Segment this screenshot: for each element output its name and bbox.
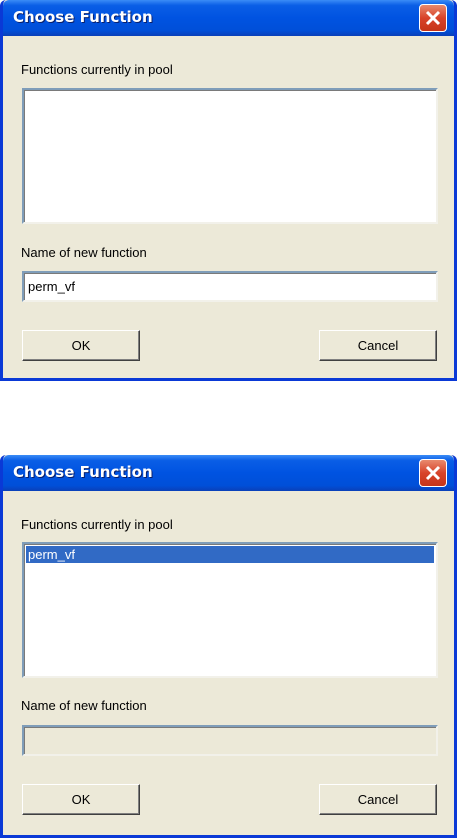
new-function-name-input[interactable] — [22, 725, 438, 756]
close-button[interactable] — [419, 4, 447, 32]
close-button[interactable] — [419, 459, 447, 487]
title-bar[interactable]: Choose Function — [3, 455, 454, 491]
ok-button[interactable]: OK — [22, 330, 140, 361]
new-function-label: Name of new function — [21, 698, 147, 713]
close-icon — [425, 465, 441, 481]
new-function-name-input[interactable]: perm_vf — [22, 271, 438, 302]
dialog-title: Choose Function — [13, 463, 153, 481]
list-item[interactable]: perm_vf — [26, 546, 434, 563]
functions-pool-list[interactable] — [22, 88, 438, 224]
ok-button[interactable]: OK — [22, 784, 140, 815]
new-function-label: Name of new function — [21, 245, 147, 260]
functions-pool-list[interactable]: perm_vf — [22, 542, 438, 678]
pool-label: Functions currently in pool — [21, 62, 173, 77]
title-bar[interactable]: Choose Function — [3, 0, 454, 36]
pool-label: Functions currently in pool — [21, 517, 173, 532]
choose-function-dialog: Choose Function Functions currently in p… — [0, 455, 457, 838]
cancel-button[interactable]: Cancel — [319, 330, 437, 361]
choose-function-dialog: Choose Function Functions currently in p… — [0, 0, 457, 381]
close-icon — [425, 10, 441, 26]
cancel-button[interactable]: Cancel — [319, 784, 437, 815]
dialog-title: Choose Function — [13, 8, 153, 26]
